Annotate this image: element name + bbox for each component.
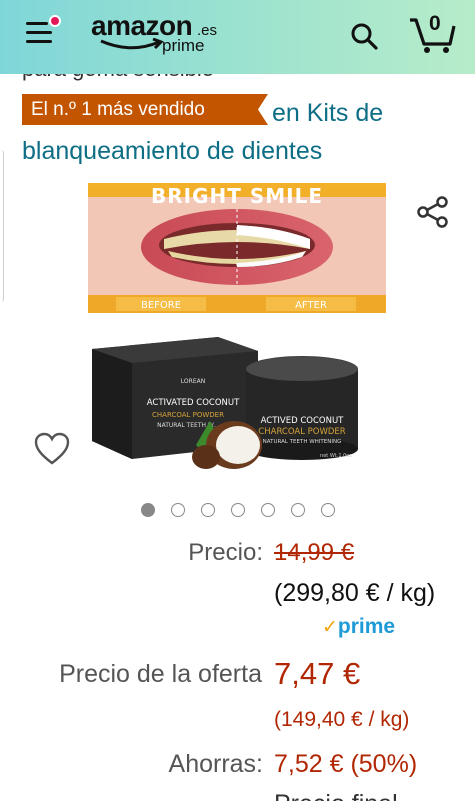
jar-title-2: CHARCOAL POWDER: [258, 427, 345, 437]
before-label: BEFORE: [141, 300, 181, 311]
cart-button[interactable]: 0: [408, 12, 456, 54]
list-price: 14,99 €: [274, 539, 355, 566]
amazon-prime-logo[interactable]: amazon .es prime: [91, 10, 231, 62]
after-label: AFTER: [295, 300, 327, 311]
product-image[interactable]: BRIGHT SMILE BEFORE AFTER LOREAN ACTIVAT…: [88, 183, 388, 483]
box-title-2: CHARCOAL POWDER: [152, 411, 224, 419]
notification-dot: [49, 15, 61, 27]
list-unit-price: (299,80 € / kg): [274, 579, 436, 607]
prime-label: prime: [337, 615, 396, 638]
offer-unit-price: (149,40 € / kg): [274, 708, 410, 731]
offer-label: Precio de la oferta: [59, 660, 262, 688]
share-icon[interactable]: [416, 196, 450, 228]
jar-title-1: ACTIVED COCONUT: [261, 416, 345, 426]
carousel-dot[interactable]: [141, 503, 155, 517]
savings-value: 7,52 € (50%): [274, 750, 418, 778]
carousel-dot[interactable]: [171, 503, 185, 517]
top-navigation-bar: amazon .es prime 0: [0, 0, 475, 74]
price-label: Precio:: [188, 539, 263, 566]
logo-prime: prime: [162, 36, 205, 55]
savings-label: Ahorras:: [168, 750, 263, 778]
carousel-dot[interactable]: [321, 503, 335, 517]
box-brand: LOREAN: [181, 378, 205, 385]
carousel-dot[interactable]: [261, 503, 275, 517]
carousel-dot[interactable]: [231, 503, 245, 517]
smile-arrow-icon: [100, 38, 164, 50]
prime-badge: ✓prime: [322, 615, 395, 641]
cart-count: 0: [429, 12, 441, 35]
banner-title: BRIGHT SMILE: [151, 184, 323, 208]
prime-check-icon: ✓: [322, 617, 338, 638]
bestseller-category-link[interactable]: en Kits de blanqueamiento de dientes: [22, 94, 462, 170]
final-price-label-fragment: Precio final: [274, 790, 398, 801]
box-title-1: ACTIVATED COCONUT: [147, 398, 240, 408]
carousel-dot[interactable]: [201, 503, 215, 517]
side-drawer-edge: [0, 150, 4, 302]
carousel-dot[interactable]: [291, 503, 305, 517]
jar-title-3: NATURAL TEETH WHITENING: [263, 439, 342, 445]
heart-icon[interactable]: [34, 432, 70, 466]
jar-weight: net Wt.1.0oz: [320, 453, 352, 459]
search-icon[interactable]: [350, 22, 378, 50]
offer-price: 7,47 €: [274, 656, 361, 691]
